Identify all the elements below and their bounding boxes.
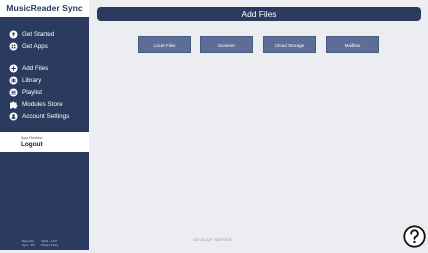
library-icon: [9, 76, 18, 85]
sidebar-item-account-settings[interactable]: Account Settings: [9, 111, 69, 122]
sidebar: MusicReader Sync Get Started Get Apps Ad…: [0, 0, 89, 250]
app-title: MusicReader Sync: [0, 0, 89, 19]
footer-left-line2: Sync - Pro: [22, 242, 36, 247]
server-label: DEVELOP SERVER: [193, 237, 233, 242]
scanner-button[interactable]: Scanner: [200, 36, 253, 53]
sidebar-item-get-started[interactable]: Get Started: [9, 29, 54, 40]
local-files-button[interactable]: Local Files: [138, 36, 191, 53]
user-gear-icon: [9, 112, 18, 121]
account-box: App Review Logout: [0, 132, 89, 152]
playlist-icon: [9, 88, 18, 97]
sidebar-item-modules-store[interactable]: Modules Store: [9, 99, 63, 110]
sidebar-item-library[interactable]: Library: [9, 75, 41, 86]
account-name: App Review: [21, 135, 43, 140]
sidebar-item-label: Get Apps: [22, 43, 48, 50]
apps-icon: [9, 42, 18, 51]
sidebar-item-label: Get Started: [22, 31, 55, 38]
sidebar-item-add-files[interactable]: Add Files: [9, 63, 48, 74]
question-circle-icon[interactable]: [403, 225, 426, 248]
cloud-storage-button[interactable]: Cloud Storage: [263, 36, 316, 53]
add-files-icon: [9, 64, 18, 73]
footer-privacy-link[interactable]: Privacy Policy: [41, 243, 58, 248]
sidebar-item-label: Modules Store: [22, 101, 63, 108]
sidebar-item-label: Playlist: [22, 89, 42, 96]
sidebar-item-label: Add Files: [22, 65, 49, 72]
bulb-icon: [9, 30, 18, 39]
mailbox-button[interactable]: Mailbox: [326, 36, 379, 53]
logout-button[interactable]: Logout: [21, 141, 43, 148]
sidebar-item-label: Account Settings: [22, 113, 70, 120]
footer-version-right: Alpha - 4.0.0 Privacy Policy: [41, 239, 58, 248]
sidebar-item-label: Library: [22, 77, 42, 84]
page-title: Add Files: [97, 7, 421, 21]
sidebar-item-get-apps[interactable]: Get Apps: [9, 41, 48, 52]
puzzle-icon: [9, 100, 18, 109]
footer-version-left: Beta (Alt) Sync - Pro: [22, 239, 36, 247]
sidebar-item-playlist[interactable]: Playlist: [9, 87, 42, 98]
